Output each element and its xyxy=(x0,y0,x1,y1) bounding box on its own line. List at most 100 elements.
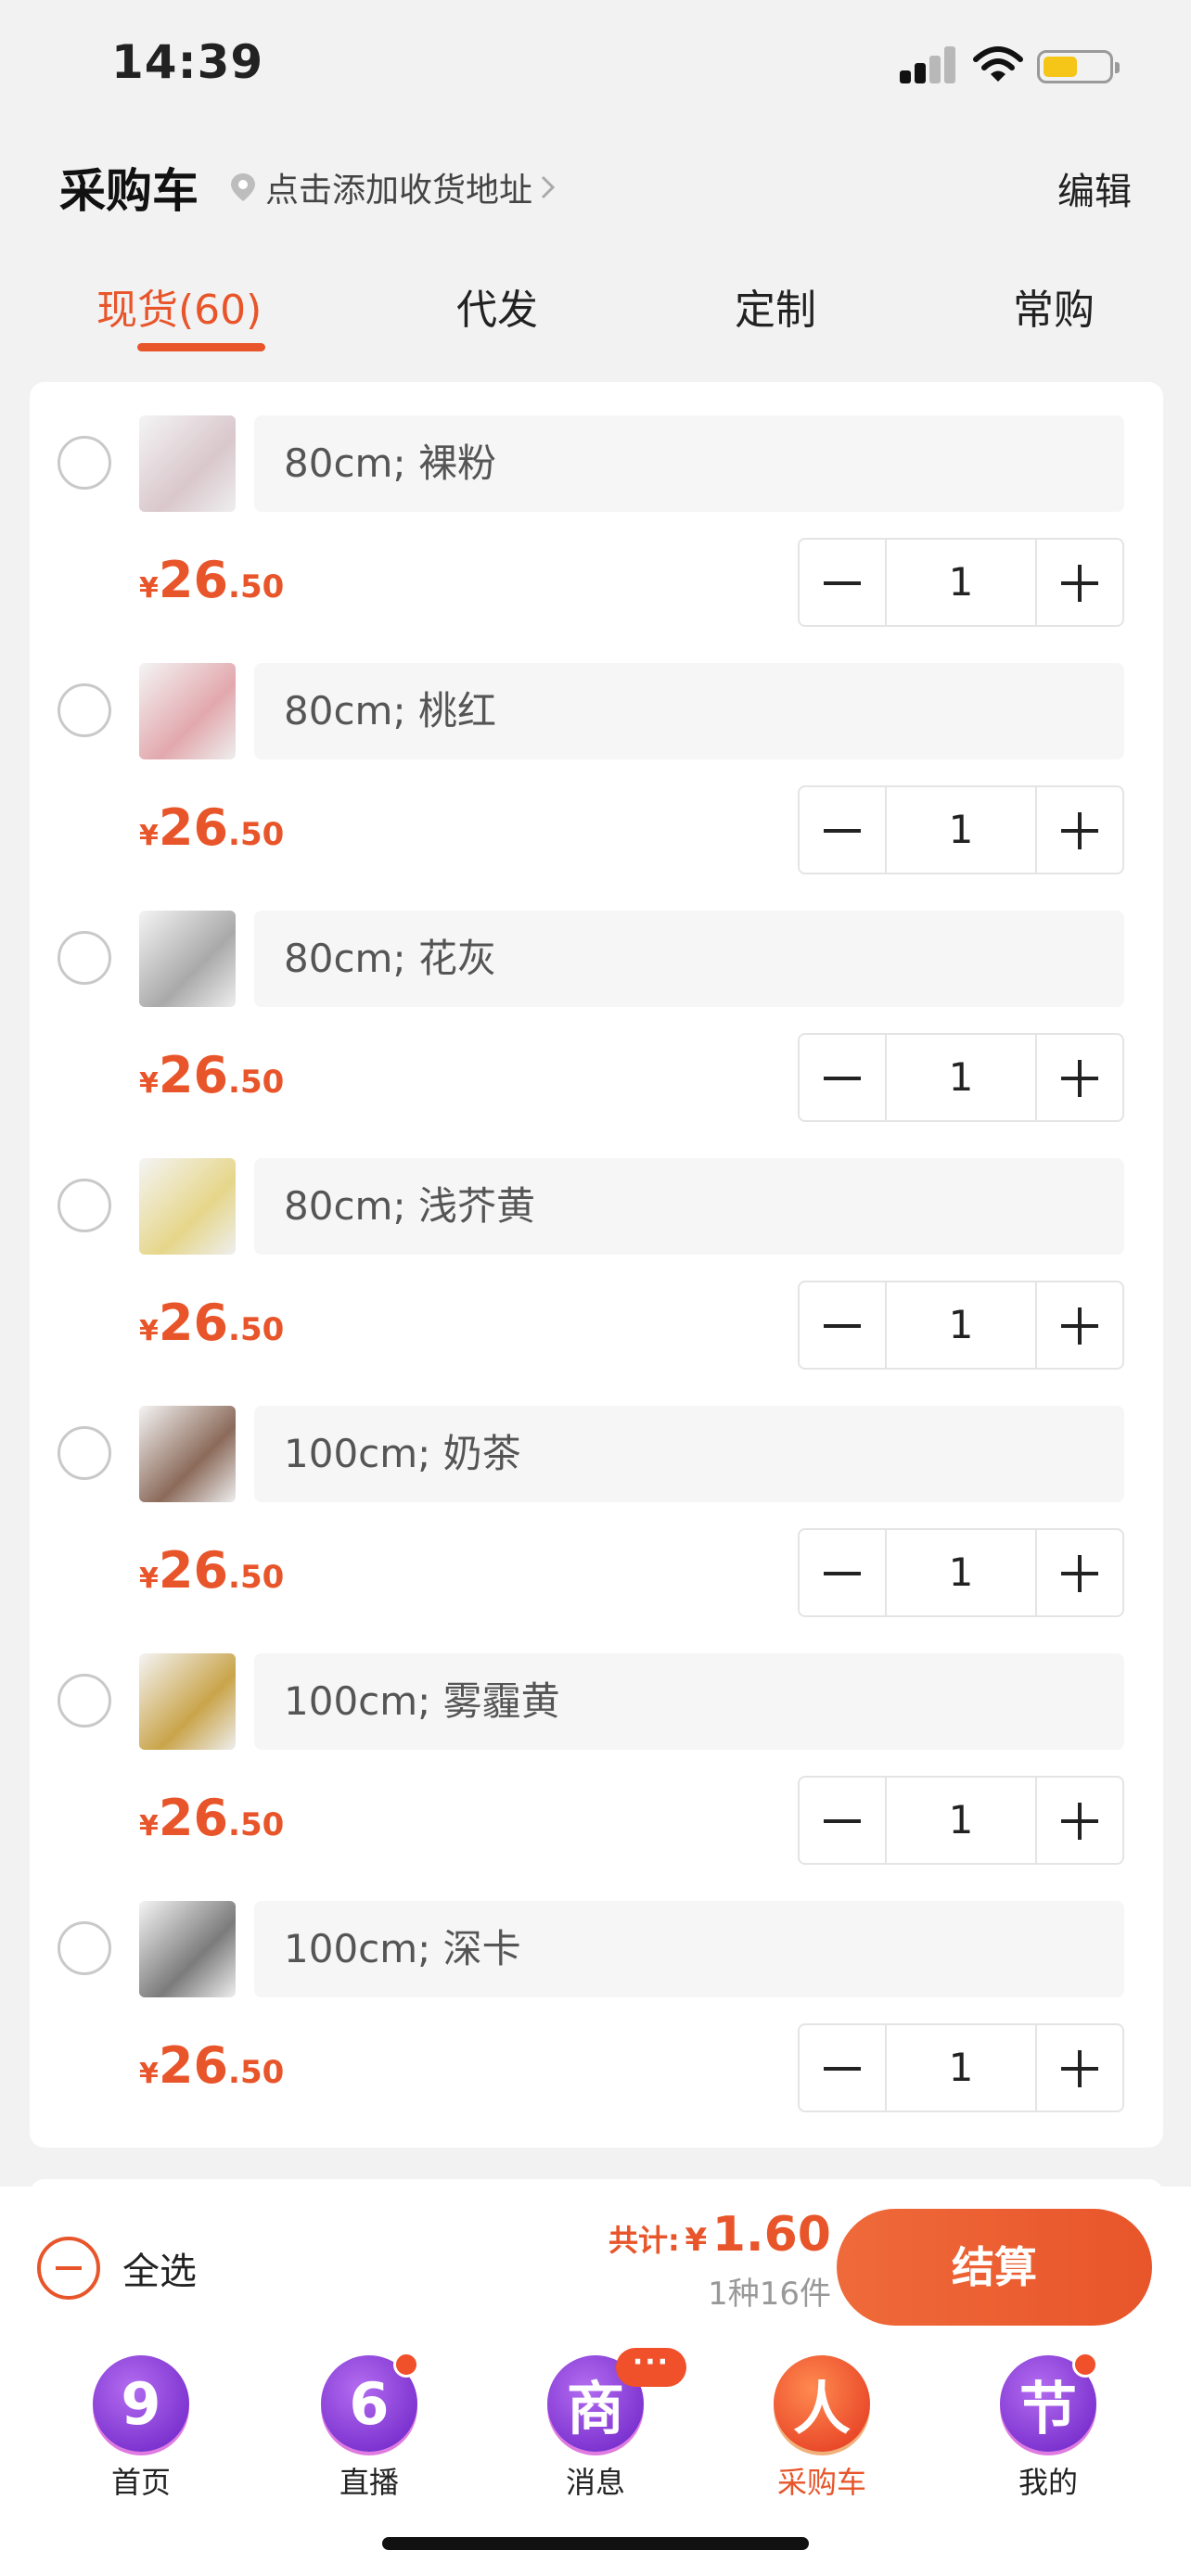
item-price: ¥26.50 xyxy=(139,798,285,857)
item-price: ¥26.50 xyxy=(139,2036,285,2095)
nav-label: 消息 xyxy=(565,2465,625,2500)
decrease-button[interactable] xyxy=(800,1282,885,1368)
cart-icon: 人 xyxy=(774,2355,870,2452)
increase-button[interactable] xyxy=(1037,1778,1122,1863)
item-checkbox[interactable] xyxy=(58,436,111,490)
tab-custom[interactable]: 定制 xyxy=(735,276,816,336)
item-checkbox[interactable] xyxy=(58,683,111,737)
product-thumbnail[interactable] xyxy=(139,1653,236,1750)
quantity-input[interactable]: 1 xyxy=(885,1282,1037,1368)
tab-active-indicator xyxy=(137,343,265,351)
nav-home[interactable]: 9 首页 xyxy=(48,2355,234,2502)
item-price: ¥26.50 xyxy=(139,1046,285,1104)
select-all-icon xyxy=(37,2237,100,2300)
product-thumbnail[interactable] xyxy=(139,663,236,759)
tab-dropship[interactable]: 代发 xyxy=(456,276,538,336)
live-icon: 6 xyxy=(321,2352,419,2452)
cart-item: 80cm; 裸粉 ¥26.50 1 xyxy=(30,382,1163,630)
product-thumbnail[interactable] xyxy=(139,415,236,512)
item-spec[interactable]: 80cm; 浅芥黄 xyxy=(254,1158,1124,1255)
increase-button[interactable] xyxy=(1037,2025,1122,2111)
messages-icon: 商 ··· xyxy=(547,2348,686,2452)
edit-button[interactable]: 编辑 xyxy=(1057,161,1132,215)
item-spec[interactable]: 80cm; 花灰 xyxy=(254,911,1124,1007)
quantity-stepper: 1 xyxy=(798,1776,1124,1865)
tab-frequent[interactable]: 常购 xyxy=(1013,276,1095,336)
decrease-button[interactable] xyxy=(800,1530,885,1615)
increase-button[interactable] xyxy=(1037,787,1122,873)
status-time: 14:39 xyxy=(111,35,264,89)
item-price: ¥26.50 xyxy=(139,1541,285,1600)
total-currency: ¥ xyxy=(685,2222,708,2259)
cart-item: 80cm; 浅芥黄 ¥26.50 1 xyxy=(30,1125,1163,1372)
item-checkbox[interactable] xyxy=(58,1674,111,1728)
decrease-button[interactable] xyxy=(800,540,885,625)
nav-live[interactable]: 6 直播 xyxy=(276,2352,462,2502)
item-spec[interactable]: 80cm; 桃红 xyxy=(254,663,1124,759)
item-checkbox[interactable] xyxy=(58,1179,111,1232)
quantity-input[interactable]: 1 xyxy=(885,1530,1037,1615)
quantity-input[interactable]: 1 xyxy=(885,540,1037,625)
total-label: 共计: xyxy=(608,2223,680,2258)
decrease-button[interactable] xyxy=(800,787,885,873)
increase-button[interactable] xyxy=(1037,1530,1122,1615)
wifi-icon xyxy=(973,46,1023,82)
nav-messages[interactable]: 商 ··· 消息 xyxy=(503,2348,688,2502)
decrease-button[interactable] xyxy=(800,1778,885,1863)
checkout-button[interactable]: 结算 xyxy=(837,2209,1152,2326)
more-badge-icon: ··· xyxy=(616,2348,686,2387)
page-title: 采购车 xyxy=(59,164,198,218)
quantity-input[interactable]: 1 xyxy=(885,1778,1037,1863)
item-spec[interactable]: 100cm; 深卡 xyxy=(254,1901,1124,1997)
order-total: 共计: ¥ 1.60 1种16件 xyxy=(608,2207,831,2314)
address-prompt: 点击添加收货地址 xyxy=(265,172,533,210)
home-indicator[interactable] xyxy=(382,2537,809,2550)
nav-label: 直播 xyxy=(339,2465,399,2500)
quantity-stepper: 1 xyxy=(798,2023,1124,2112)
quantity-stepper: 1 xyxy=(798,785,1124,874)
cart-item: 100cm; 奶茶 ¥26.50 1 xyxy=(30,1372,1163,1620)
product-thumbnail[interactable] xyxy=(139,1158,236,1255)
item-price: ¥26.50 xyxy=(139,1789,285,1847)
quantity-stepper: 1 xyxy=(798,1033,1124,1122)
signal-icon xyxy=(900,46,957,83)
notification-dot xyxy=(393,2352,419,2378)
battery-icon xyxy=(1037,50,1120,83)
total-value: 1.60 xyxy=(711,2207,831,2263)
chevron-right-icon xyxy=(541,175,556,199)
tab-in-stock[interactable]: 现货(60) xyxy=(96,276,262,336)
decrease-button[interactable] xyxy=(800,1035,885,1120)
item-spec[interactable]: 100cm; 雾霾黄 xyxy=(254,1653,1124,1750)
select-all-toggle[interactable]: 全选 xyxy=(37,2237,197,2300)
nav-profile[interactable]: 节 我的 xyxy=(955,2352,1141,2502)
increase-button[interactable] xyxy=(1037,1282,1122,1368)
item-spec[interactable]: 80cm; 裸粉 xyxy=(254,415,1124,512)
product-thumbnail[interactable] xyxy=(139,1901,236,1997)
increase-button[interactable] xyxy=(1037,1035,1122,1120)
item-checkbox[interactable] xyxy=(58,1426,111,1480)
quantity-input[interactable]: 1 xyxy=(885,787,1037,873)
cart-item: 80cm; 花灰 ¥26.50 1 xyxy=(30,877,1163,1125)
profile-icon: 节 xyxy=(1000,2352,1098,2452)
increase-button[interactable] xyxy=(1037,540,1122,625)
item-checkbox[interactable] xyxy=(58,931,111,985)
checkout-bar: 全选 共计: ¥ 1.60 1种16件 结算 xyxy=(0,2187,1191,2348)
cart-item: 100cm; 雾霾黄 ¥26.50 1 xyxy=(30,1620,1163,1868)
quantity-input[interactable]: 1 xyxy=(885,1035,1037,1120)
cart-item: 80cm; 桃红 ¥26.50 1 xyxy=(30,630,1163,877)
item-spec[interactable]: 100cm; 奶茶 xyxy=(254,1406,1124,1502)
notification-dot xyxy=(1072,2352,1098,2378)
location-pin-icon xyxy=(231,173,255,201)
product-thumbnail[interactable] xyxy=(139,911,236,1007)
category-tabs: 现货(60) 代发 定制 常购 xyxy=(0,260,1191,362)
quantity-stepper: 1 xyxy=(798,1528,1124,1617)
product-thumbnail[interactable] xyxy=(139,1406,236,1502)
home-icon: 9 xyxy=(93,2355,189,2452)
address-selector[interactable]: 点击添加收货地址 xyxy=(228,163,557,211)
decrease-button[interactable] xyxy=(800,2025,885,2111)
item-checkbox[interactable] xyxy=(58,1921,111,1975)
quantity-input[interactable]: 1 xyxy=(885,2025,1037,2111)
nav-cart[interactable]: 人 采购车 xyxy=(729,2355,915,2502)
nav-label: 采购车 xyxy=(776,2465,866,2500)
item-count: 1种16件 xyxy=(708,2276,831,2313)
